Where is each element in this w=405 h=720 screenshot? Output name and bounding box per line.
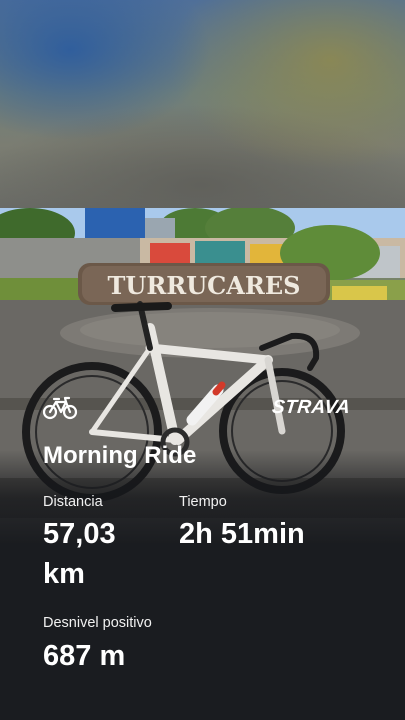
distance-value-number: 57,03 — [43, 518, 116, 550]
time-value: 2h 51min — [179, 518, 305, 550]
strava-logo: STRAVA — [270, 397, 352, 418]
sign-text: TURRUCARES — [108, 271, 301, 300]
distance-value-unit: km — [43, 558, 85, 590]
distance-value: 57,03 km — [43, 514, 116, 594]
activity-title: Morning Ride — [43, 442, 197, 469]
elevation-label: Desnivel positivo — [43, 615, 152, 631]
bicycle-icon — [42, 396, 78, 420]
distance-label: Distancia — [43, 494, 103, 510]
elevation-value: 687 m — [43, 640, 126, 672]
blurred-background — [0, 0, 405, 208]
time-label: Tiempo — [179, 494, 227, 510]
strava-share-card: TURRUCARES STRAVA Morning Ride Distancia… — [0, 0, 405, 720]
